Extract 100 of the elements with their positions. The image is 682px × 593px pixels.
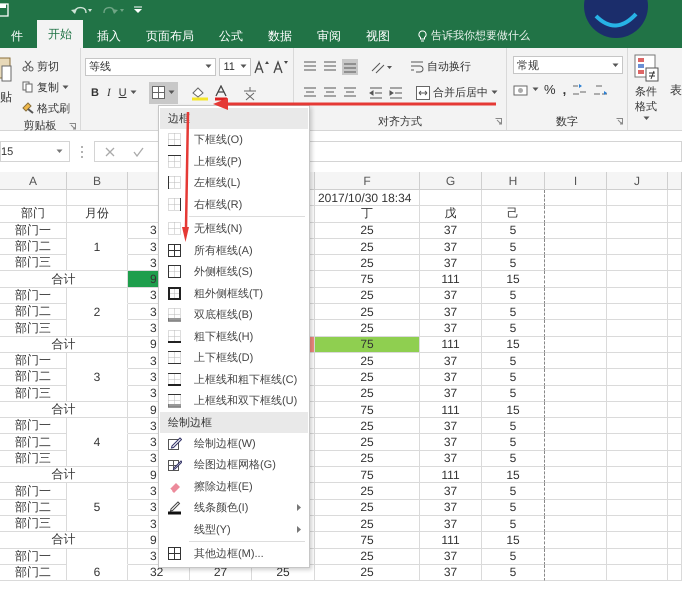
tell-me-field[interactable]: 告诉我你想要做什么 <box>431 25 561 47</box>
wrap-icon[interactable] <box>410 60 424 74</box>
merge-icon[interactable] <box>416 86 430 100</box>
ribbon-tab[interactable]: 公式 <box>208 24 254 48</box>
launcher-icon[interactable] <box>69 123 76 130</box>
number-format-field[interactable]: 常规 <box>513 56 623 74</box>
table-cell <box>607 320 668 337</box>
menu-item[interactable]: 下框线(O) <box>159 129 309 150</box>
column-header[interactable]: J <box>607 172 668 190</box>
bottom-align-icon[interactable] <box>342 58 358 74</box>
increase-indent-icon[interactable] <box>388 84 404 100</box>
ribbon-tab[interactable]: 插入 <box>86 24 132 48</box>
table-cell: 5 <box>482 352 545 370</box>
table-cell <box>420 190 482 206</box>
table-cell <box>607 304 668 320</box>
table-cell <box>668 548 682 565</box>
table-cell: 部门三 <box>0 516 67 532</box>
caret-icon[interactable] <box>130 90 137 95</box>
ribbon-tab[interactable]: 开始 <box>37 20 83 48</box>
caret-icon[interactable] <box>612 62 619 68</box>
menu-item[interactable]: 右框线(R) <box>159 194 309 215</box>
top-border-icon <box>167 154 182 169</box>
font-name-field[interactable]: 等线 <box>85 58 216 76</box>
customize-icon[interactable] <box>134 6 142 14</box>
conditional-formatting-button[interactable]: 条件格式 <box>628 54 664 120</box>
decrease-indent-icon[interactable] <box>368 84 384 100</box>
table-cell: 111 <box>420 271 482 288</box>
borders-button[interactable] <box>148 82 178 104</box>
table-cell: 111 <box>420 402 482 418</box>
table-cell <box>607 467 668 484</box>
paste-icon[interactable] <box>0 56 12 82</box>
table-cell: 5 <box>482 564 545 582</box>
comma-button[interactable]: , <box>560 80 568 100</box>
caret-icon[interactable] <box>532 87 539 92</box>
cut-button[interactable]: 剪切 <box>20 56 72 76</box>
ribbon-tab[interactable]: 数据 <box>257 24 303 48</box>
font-color-icon[interactable] <box>214 84 228 100</box>
percent-button[interactable]: % <box>542 80 558 100</box>
caret-icon[interactable] <box>62 84 69 90</box>
field-value: 15 <box>1 146 14 158</box>
column-header[interactable]: H <box>482 172 545 190</box>
caret-icon[interactable] <box>642 116 650 121</box>
name-box[interactable]: 15 <box>0 141 70 162</box>
table-cell <box>668 255 682 272</box>
table-cell <box>607 238 668 256</box>
grow-font-icon[interactable] <box>254 60 270 74</box>
save-icon[interactable] <box>0 3 10 17</box>
ribbon-tab[interactable]: 视图 <box>355 24 401 48</box>
ribbon-tab[interactable]: 件 <box>0 24 34 48</box>
phonetic-icon[interactable] <box>242 84 258 100</box>
column-header[interactable]: G <box>420 172 482 190</box>
caret-icon[interactable] <box>168 90 175 95</box>
table-cell: 37 <box>420 434 482 451</box>
right-border-icon <box>167 196 182 212</box>
copy-icon[interactable] <box>22 81 34 93</box>
shrink-font-icon[interactable] <box>273 60 289 74</box>
caret-icon[interactable] <box>240 64 247 69</box>
copy-button[interactable]: 复制 <box>20 77 72 97</box>
table-cell <box>607 222 668 239</box>
table-cell: 2017/10/30 18:34 <box>315 190 420 206</box>
table-cell: 25 <box>315 500 420 516</box>
format-painter-button[interactable]: 格式刷 <box>20 98 72 118</box>
lightbulb-icon[interactable] <box>418 30 427 42</box>
menu-item[interactable]: 上框线(P) <box>159 150 309 172</box>
launcher-icon[interactable] <box>616 118 623 125</box>
table-cell <box>607 418 668 434</box>
table-cell: 111 <box>420 467 482 484</box>
ribbon-tab[interactable]: 页面布局 <box>135 24 205 48</box>
column-header[interactable]: I <box>545 172 607 190</box>
scissors-icon[interactable] <box>22 60 34 72</box>
menu-item[interactable]: 左框线(L) <box>159 172 309 194</box>
bold-button[interactable]: B <box>89 82 101 102</box>
caret-icon[interactable] <box>205 64 212 69</box>
column-header[interactable]: F <box>315 172 420 190</box>
table-cell <box>607 206 668 223</box>
column-header[interactable]: A <box>0 172 67 190</box>
underline-button[interactable]: U <box>116 82 139 102</box>
fill-color-icon[interactable] <box>190 84 210 100</box>
thick-outside-border-icon <box>167 286 182 301</box>
table-cell: 部门一 <box>0 222 67 239</box>
grip-icon <box>80 144 84 158</box>
accounting-icon[interactable] <box>513 82 529 96</box>
ribbon-tab[interactable]: 审阅 <box>306 24 352 48</box>
launcher-icon[interactable] <box>495 118 502 125</box>
wrap-text-button[interactable]: 自动换行 <box>408 56 473 76</box>
brush-icon[interactable] <box>22 102 34 114</box>
table-cell: 37 <box>420 238 482 256</box>
undo-icon[interactable] <box>70 4 92 16</box>
table-cell: 75 <box>315 402 420 418</box>
paste-button[interactable]: 贴 <box>0 56 12 106</box>
column-title: 月份 <box>67 206 128 223</box>
italic-button[interactable]: I <box>104 82 113 102</box>
border-grid-icon[interactable] <box>152 86 165 99</box>
font-size-field[interactable]: 11 <box>219 58 251 76</box>
column-header[interactable]: B <box>67 172 128 190</box>
field-value: 11 <box>223 60 235 72</box>
caret-icon[interactable] <box>491 90 498 95</box>
caret-icon[interactable] <box>56 149 63 154</box>
conditional-format-icon[interactable] <box>633 54 659 82</box>
merge-center-button[interactable]: 合并后居中 <box>414 82 500 102</box>
